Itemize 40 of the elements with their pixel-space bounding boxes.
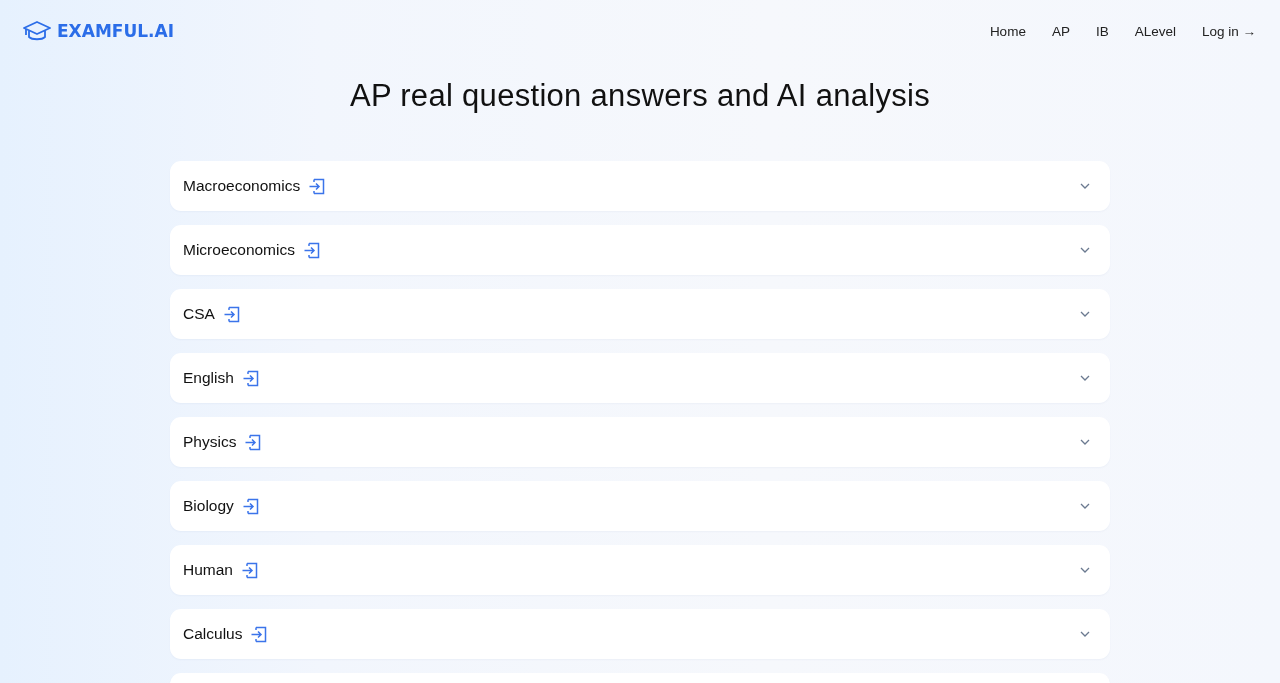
chevron-down-icon[interactable] — [1080, 375, 1090, 381]
subject-name: Biology — [183, 497, 234, 515]
subject-name: English — [183, 369, 234, 387]
subject-name: Physics — [183, 433, 237, 451]
enter-icon[interactable] — [241, 497, 259, 515]
accordion-item[interactable]: Physics — [170, 417, 1110, 467]
accordion-item[interactable]: Calculus — [170, 609, 1110, 659]
chevron-down-icon[interactable] — [1080, 247, 1090, 253]
chevron-down-icon[interactable] — [1080, 183, 1090, 189]
accordion-item[interactable]: English — [170, 353, 1110, 403]
accordion-item[interactable]: Human — [170, 545, 1110, 595]
chevron-down-icon[interactable] — [1080, 311, 1090, 317]
chevron-down-icon[interactable] — [1080, 503, 1090, 509]
chevron-down-icon[interactable] — [1080, 567, 1090, 573]
enter-icon[interactable] — [240, 561, 258, 579]
logo-link[interactable]: EXAMFUL.AI — [23, 21, 174, 41]
nav-link[interactable]: ALevel — [1134, 23, 1176, 39]
page-title: AP real question answers and AI analysis — [348, 77, 932, 115]
subject-name: CSA — [183, 305, 215, 323]
chevron-down-icon[interactable] — [1080, 439, 1090, 445]
accordion-item[interactable]: Macroeconomics — [170, 161, 1110, 211]
nav-link[interactable]: IB — [1095, 23, 1109, 39]
subject-name: Calculus — [183, 625, 243, 643]
graduation-cap-icon — [23, 21, 51, 41]
enter-icon[interactable] — [308, 177, 326, 195]
accordion-item[interactable]: CSA — [170, 289, 1110, 339]
subject-name: Microeconomics — [183, 241, 295, 259]
accordion-item[interactable]: Biology — [170, 481, 1110, 531]
enter-icon[interactable] — [250, 625, 268, 643]
subject-name: Human — [183, 561, 233, 579]
nav-link[interactable]: AP — [1051, 23, 1070, 39]
enter-icon[interactable] — [222, 305, 240, 323]
chevron-down-icon[interactable] — [1080, 631, 1090, 637]
enter-icon[interactable] — [241, 369, 259, 387]
enter-icon[interactable] — [244, 433, 262, 451]
nav-link[interactable]: Log in → — [1201, 23, 1256, 39]
accordion-item[interactable]: Microeconomics — [170, 225, 1110, 275]
nav-link[interactable]: Home — [989, 23, 1026, 39]
subject-name: Macroeconomics — [183, 177, 301, 195]
enter-icon[interactable] — [303, 241, 320, 259]
